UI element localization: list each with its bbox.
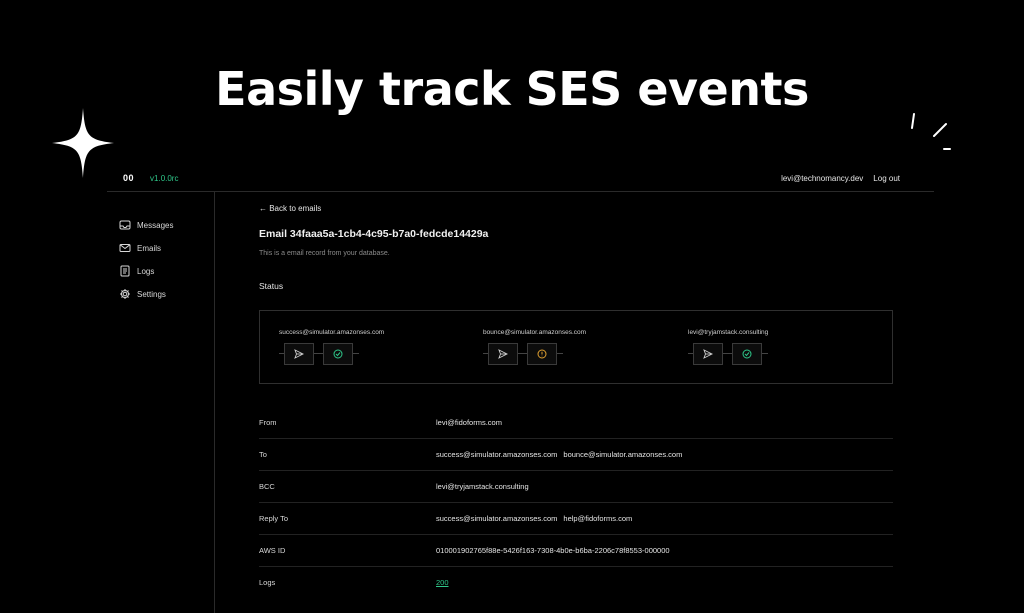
detail-label: BCC	[259, 482, 275, 491]
account-area: levi@technomancy.dev Log out	[781, 174, 900, 183]
recipient-status: bounce@simulator.amazonses.com	[483, 329, 683, 365]
status-panel: success@simulator.amazonses.com bounce@s…	[259, 310, 893, 384]
result-event-node[interactable]	[732, 343, 762, 365]
detail-value: 010001902765f88e-5426f163-7308-4b0e-b6ba…	[436, 546, 670, 555]
detail-row-from: From levi@fidoforms.com	[259, 407, 893, 439]
send-icon	[294, 349, 304, 359]
sent-event-node[interactable]	[284, 343, 314, 365]
sparkle-icon	[52, 108, 114, 178]
top-bar: 00 v1.0.0rc levi@technomancy.dev Log out	[107, 165, 934, 192]
detail-label: Reply To	[259, 514, 289, 523]
sidebar-item-label: Settings	[137, 289, 166, 299]
app-window: 00 v1.0.0rc levi@technomancy.dev Log out…	[107, 165, 934, 613]
sidebar-item-label: Messages	[137, 220, 174, 230]
recipient-status: levi@tryjamstack.consulting	[688, 329, 888, 365]
hero-title: Easily track SES events	[215, 62, 809, 116]
detail-label: AWS ID	[259, 546, 286, 555]
sidebar-item-label: Emails	[137, 243, 162, 253]
check-circle-icon	[742, 349, 752, 359]
recipient-status: success@simulator.amazonses.com	[279, 329, 479, 365]
result-event-node[interactable]	[323, 343, 353, 365]
back-to-emails-link[interactable]: ← Back to emails	[259, 204, 321, 213]
sidebar-item-emails[interactable]: Emails	[119, 242, 161, 254]
logout-button[interactable]: Log out	[873, 174, 900, 183]
detail-row-reply-to: Reply To success@simulator.amazonses.com…	[259, 503, 893, 535]
event-pipeline	[688, 343, 778, 365]
event-pipeline	[483, 343, 573, 365]
page-title: Email 34faaa5a-1cb4-4c95-b7a0-fedcde1442…	[259, 228, 489, 240]
sidebar-item-settings[interactable]: Settings	[119, 288, 166, 300]
sidebar-item-messages[interactable]: Messages	[119, 219, 173, 231]
detail-row-aws-id: AWS ID 010001902765f88e-5426f163-7308-4b…	[259, 535, 893, 567]
recipient-email: levi@tryjamstack.consulting	[688, 329, 769, 336]
sidebar-item-logs[interactable]: Logs	[119, 265, 154, 277]
detail-value: success@simulator.amazonses.com help@fido…	[436, 514, 632, 523]
recipient-email: bounce@simulator.amazonses.com	[483, 329, 587, 336]
detail-value: levi@tryjamstack.consulting	[436, 482, 529, 491]
recipient-address: success@simulator.amazonses.com	[436, 450, 558, 459]
user-email: levi@technomancy.dev	[781, 173, 864, 183]
detail-label: To	[259, 450, 267, 459]
alert-circle-icon	[537, 349, 547, 359]
check-circle-icon	[333, 349, 343, 359]
result-event-node[interactable]	[527, 343, 557, 365]
reply-to-address: success@simulator.amazonses.com	[436, 514, 558, 523]
detail-value: levi@fidoforms.com	[436, 418, 502, 427]
brand-logo[interactable]: 00	[123, 173, 134, 183]
version-label: v1.0.0rc	[150, 173, 179, 183]
send-icon	[703, 349, 713, 359]
sidebar-item-label: Logs	[137, 266, 155, 276]
detail-label: From	[259, 418, 277, 427]
list-icon	[120, 265, 130, 277]
gear-icon	[120, 289, 130, 299]
envelope-icon	[119, 244, 131, 252]
sent-event-node[interactable]	[693, 343, 723, 365]
detail-row-to: To success@simulator.amazonses.com bounce…	[259, 439, 893, 471]
event-pipeline	[279, 343, 369, 365]
inbox-icon	[119, 220, 131, 230]
detail-row-logs: Logs 200	[259, 567, 893, 599]
detail-value: success@simulator.amazonses.com bounce@si…	[436, 450, 682, 459]
detail-row-bcc: BCC levi@tryjamstack.consulting	[259, 471, 893, 503]
sent-event-node[interactable]	[488, 343, 518, 365]
detail-label: Logs	[259, 578, 276, 587]
burst-lines-icon	[911, 113, 951, 150]
status-heading: Status	[259, 281, 284, 291]
reply-to-address: help@fidoforms.com	[563, 514, 633, 523]
sidebar: Messages Emails Logs Settings	[107, 192, 215, 613]
recipient-address: bounce@simulator.amazonses.com	[563, 450, 683, 459]
logs-link[interactable]: 200	[436, 578, 449, 587]
send-icon	[498, 349, 508, 359]
page-subtitle: This is a email record from your databas…	[259, 250, 390, 257]
recipient-email: success@simulator.amazonses.com	[279, 329, 385, 336]
